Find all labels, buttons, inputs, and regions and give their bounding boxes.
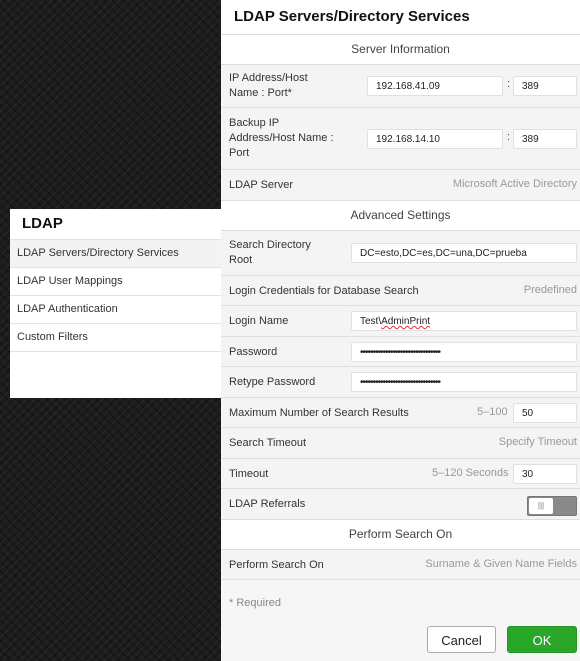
ip-address-label: IP Address/Host Name : Port* bbox=[229, 72, 308, 99]
row-max-results: Maximum Number of Search Results 5–100 5… bbox=[221, 398, 580, 428]
ldap-server-label: LDAP Server bbox=[229, 179, 293, 191]
timeout-range-hint: 5–120 Seconds bbox=[432, 467, 509, 479]
timeout-input[interactable]: 30 bbox=[513, 464, 577, 484]
password-input[interactable]: •••••••••••••••••••••••••••••••• bbox=[351, 342, 577, 362]
perform-search-label: Perform Search On bbox=[229, 559, 324, 571]
backup-ip-label: Backup IP Address/Host Name : Port bbox=[229, 117, 334, 159]
row-ip-address: IP Address/Host Name : Port* 192.168.41.… bbox=[221, 65, 580, 108]
login-credentials-label: Login Credentials for Database Search bbox=[229, 285, 419, 297]
ldap-server-value: Microsoft Active Directory bbox=[452, 178, 577, 190]
login-credentials-value: Predefined bbox=[523, 284, 577, 296]
row-ldap-referrals: LDAP Referrals ||| bbox=[221, 489, 580, 520]
perform-search-value: Surname & Given Name Fields bbox=[425, 558, 577, 570]
retype-password-input[interactable]: •••••••••••••••••••••••••••••••• bbox=[351, 372, 577, 392]
ldap-menu-panel: LDAP LDAP Servers/Directory Services LDA… bbox=[10, 209, 221, 398]
backup-port-separator: : bbox=[507, 131, 511, 143]
dialog-title: LDAP Servers/Directory Services bbox=[221, 0, 580, 35]
row-search-root: Search Directory Root DC=esto,DC=es,DC=u… bbox=[221, 231, 580, 276]
row-login-credentials[interactable]: Login Credentials for Database Search Pr… bbox=[221, 276, 580, 306]
section-advanced-settings: Advanced Settings bbox=[221, 201, 580, 231]
login-name-label: Login Name bbox=[229, 315, 289, 327]
ok-button[interactable]: OK bbox=[507, 626, 577, 653]
menu-item-custom-filters[interactable]: Custom Filters bbox=[10, 324, 221, 352]
row-search-timeout[interactable]: Search Timeout Specify Timeout bbox=[221, 428, 580, 459]
toggle-knob: ||| bbox=[529, 498, 553, 514]
section-perform-search-on: Perform Search On bbox=[221, 520, 580, 550]
row-perform-search-on[interactable]: Perform Search On Surname & Given Name F… bbox=[221, 550, 580, 580]
backup-port-input[interactable]: 389 bbox=[513, 129, 577, 149]
row-backup-ip: Backup IP Address/Host Name : Port 192.1… bbox=[221, 108, 580, 170]
required-note: * Required bbox=[229, 597, 281, 609]
login-name-domain: Test\ bbox=[360, 316, 382, 327]
password-label: Password bbox=[229, 346, 278, 358]
menu-item-ldap-servers[interactable]: LDAP Servers/Directory Services bbox=[10, 239, 221, 268]
section-server-information: Server Information bbox=[221, 35, 580, 65]
search-root-label: Search Directory Root bbox=[229, 239, 311, 266]
ip-address-input[interactable]: 192.168.41.09 bbox=[367, 76, 503, 96]
cancel-button[interactable]: Cancel bbox=[427, 626, 496, 653]
ip-port-separator: : bbox=[507, 78, 511, 90]
search-timeout-label: Search Timeout bbox=[229, 437, 307, 449]
retype-password-label: Retype Password bbox=[229, 376, 316, 388]
timeout-label: Timeout bbox=[229, 468, 269, 480]
max-results-input[interactable]: 50 bbox=[513, 403, 577, 423]
max-results-label: Maximum Number of Search Results bbox=[229, 407, 409, 419]
row-ldap-server[interactable]: LDAP Server Microsoft Active Directory bbox=[221, 170, 580, 201]
menu-title: LDAP bbox=[22, 215, 63, 232]
row-retype-password: Retype Password ••••••••••••••••••••••••… bbox=[221, 367, 580, 398]
ldap-referrals-label: LDAP Referrals bbox=[229, 498, 306, 510]
menu-item-user-mappings[interactable]: LDAP User Mappings bbox=[10, 268, 221, 296]
ldap-settings-dialog: LDAP Servers/Directory Services Server I… bbox=[221, 0, 580, 661]
row-login-name: Login Name Test\AdminPrint bbox=[221, 306, 580, 337]
menu-item-authentication[interactable]: LDAP Authentication bbox=[10, 296, 221, 324]
search-root-input[interactable]: DC=esto,DC=es,DC=una,DC=prueba bbox=[351, 243, 577, 263]
login-name-user: AdminPrint bbox=[381, 316, 431, 327]
row-password: Password •••••••••••••••••••••••••••••••… bbox=[221, 337, 580, 367]
backup-ip-input[interactable]: 192.168.14.10 bbox=[367, 129, 503, 149]
login-name-input[interactable]: Test\AdminPrint bbox=[351, 311, 577, 331]
max-results-range-hint: 5–100 bbox=[477, 406, 508, 418]
ldap-referrals-toggle[interactable]: ||| bbox=[527, 496, 577, 516]
port-input[interactable]: 389 bbox=[513, 76, 577, 96]
search-timeout-value: Specify Timeout bbox=[498, 436, 577, 448]
row-timeout: Timeout 5–120 Seconds 30 bbox=[221, 459, 580, 489]
